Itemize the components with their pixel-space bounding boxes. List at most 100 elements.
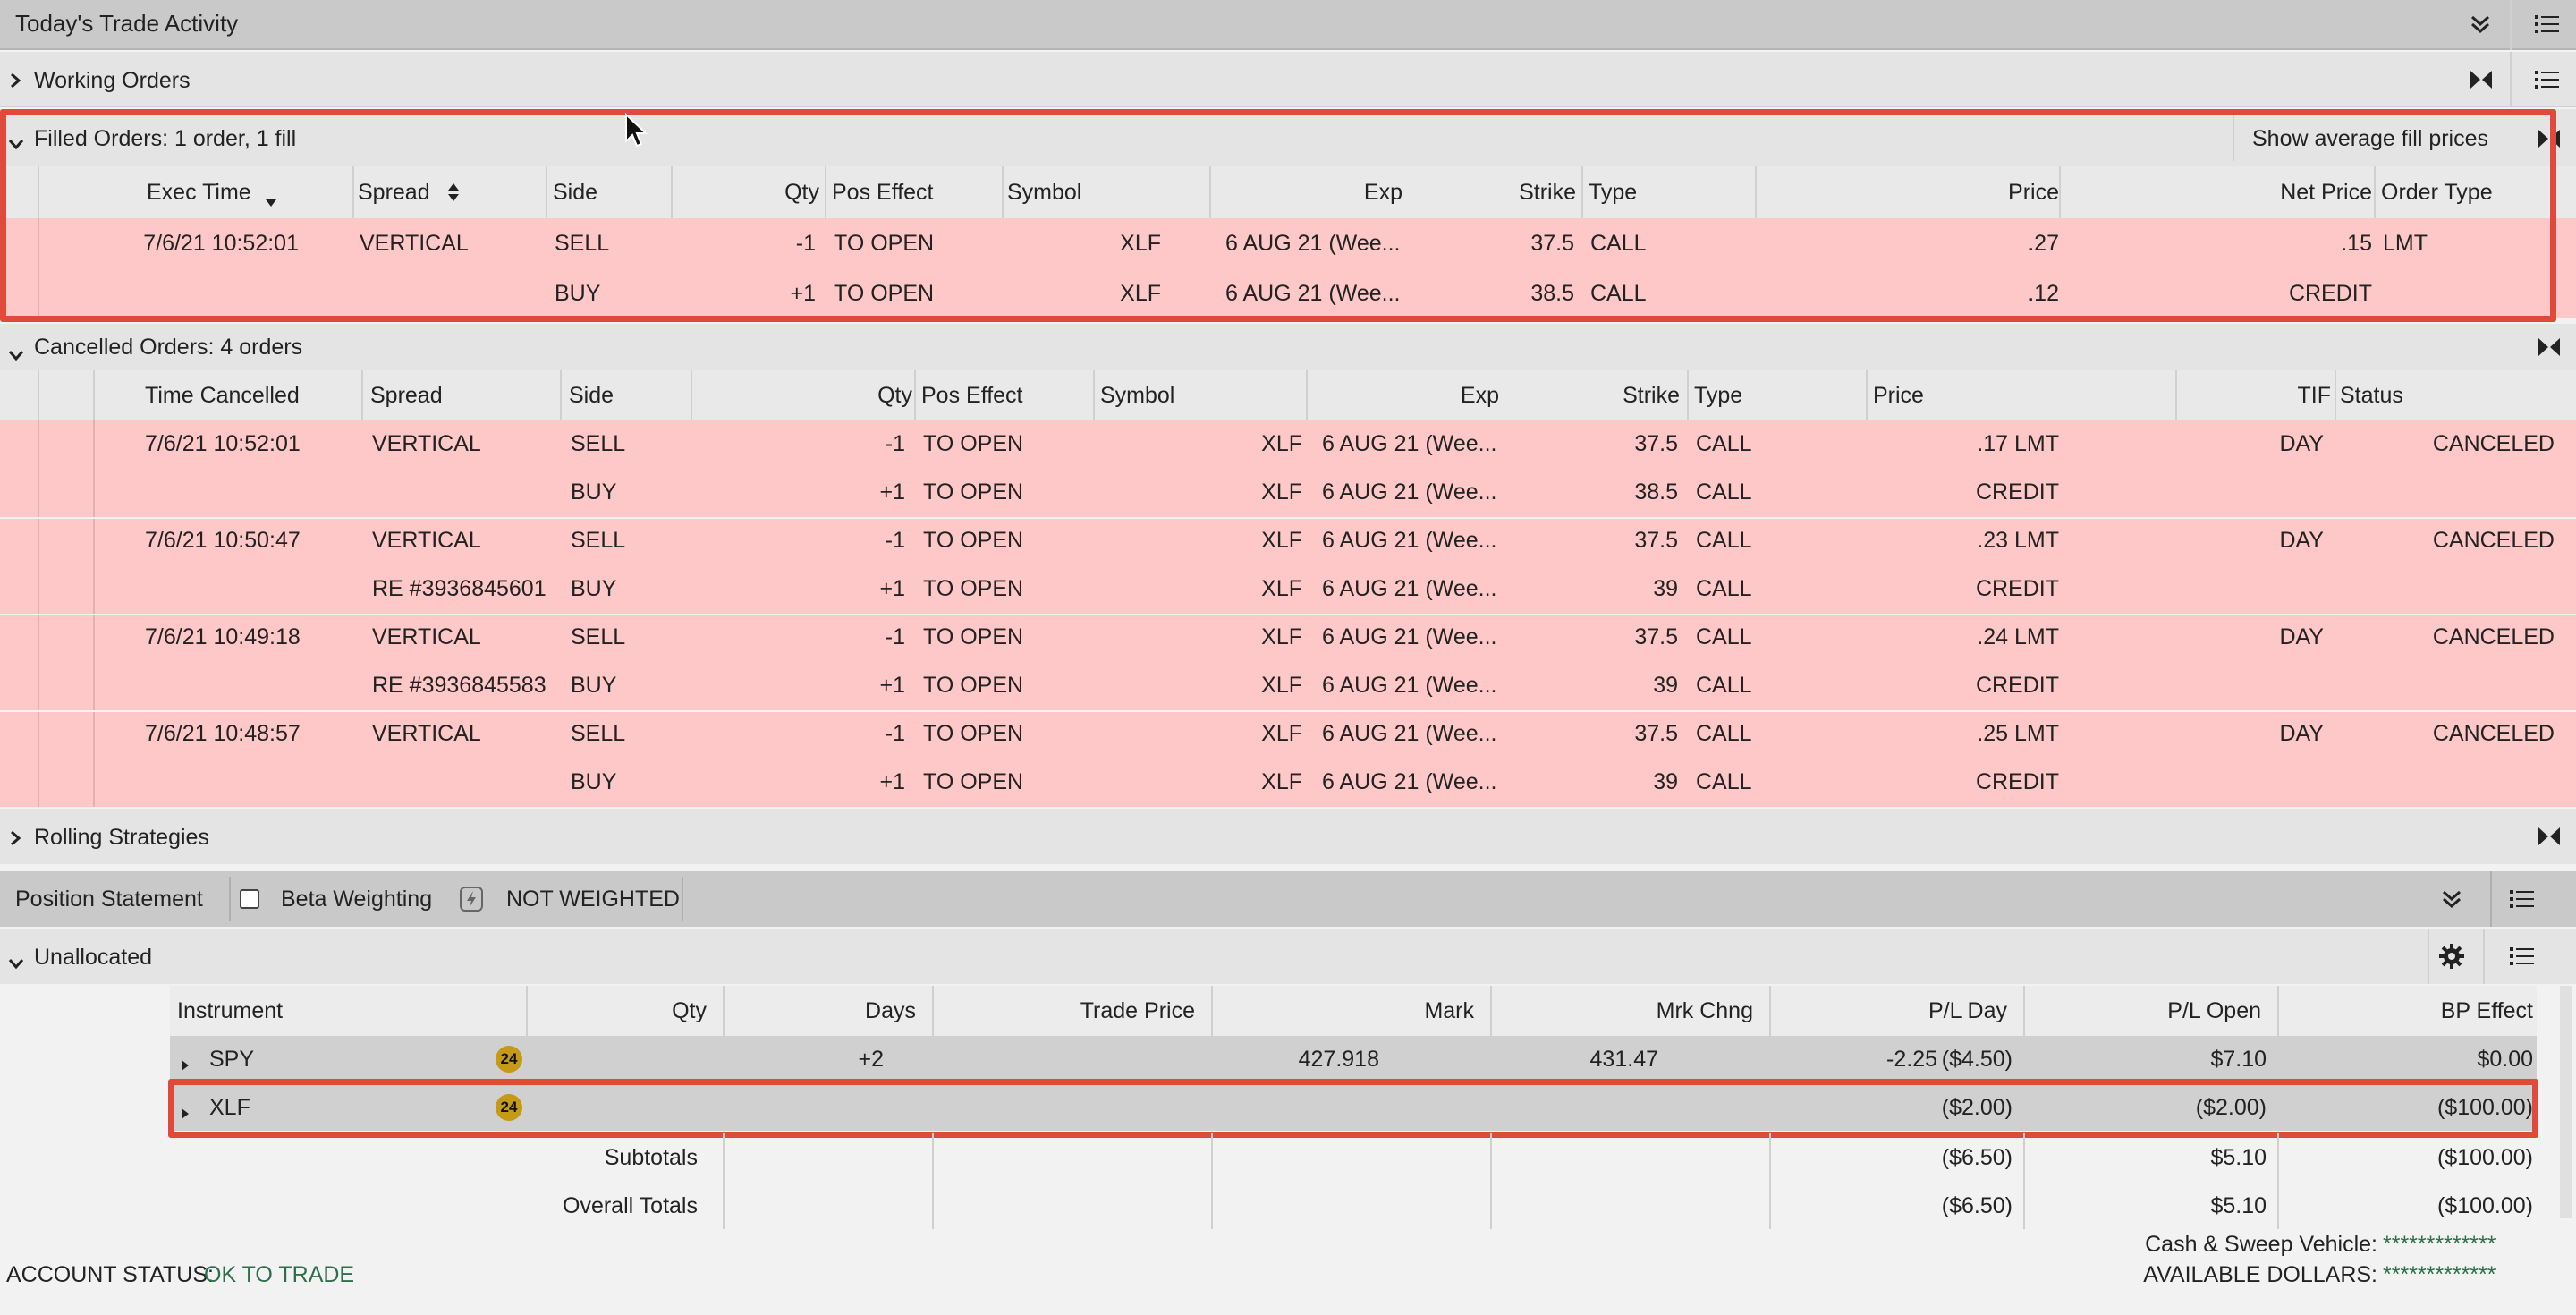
menu-list-icon[interactable] (2510, 945, 2535, 971)
symbol-cell: XLF (1261, 673, 1302, 698)
col-price[interactable]: Price (1873, 385, 1924, 407)
position-row-spy[interactable]: SPY 24 +2 427.918 431.47 -2.25 ($4.50) $… (170, 1036, 2537, 1082)
type-cell: CALL (1696, 576, 1752, 601)
qty-cell: +1 (879, 479, 905, 505)
collapse-toggle-icon[interactable] (2537, 825, 2562, 852)
highlight-box-filled-orders (0, 109, 2556, 322)
pos-effect-cell: TO OPEN (923, 769, 1024, 794)
symbol-cell: XLF (1261, 721, 1302, 746)
col-trade-price[interactable]: Trade Price (1080, 1000, 1195, 1022)
collapse-toggle-icon[interactable] (2469, 68, 2494, 95)
overall-totals-label: Overall Totals (563, 1193, 698, 1218)
qty-cell: +1 (879, 576, 905, 601)
collapse-toggle-icon[interactable] (2537, 335, 2562, 362)
side-cell: SELL (571, 624, 626, 649)
scrollbar[interactable] (2560, 986, 2572, 1218)
spread-cell: RE #3936845583 (372, 673, 547, 698)
position-statement-label: Position Statement (15, 887, 203, 912)
col-pl-day[interactable]: P/L Day (1928, 1000, 2007, 1022)
symbol-cell: XLF (1261, 479, 1302, 505)
col-tif[interactable]: TIF (2298, 385, 2332, 407)
exp-cell: 6 AUG 21 (Wee... (1322, 721, 1497, 746)
rolling-strategies-header[interactable]: Rolling Strategies (0, 809, 2576, 864)
working-orders-header[interactable]: Working Orders (0, 52, 2576, 107)
beta-weighting-checkbox[interactable] (240, 889, 259, 909)
table-row[interactable]: 7/6/21 10:50:47 VERTICAL SELL -1 TO OPEN… (0, 517, 2576, 564)
weighting-status: NOT WEIGHTED (506, 887, 680, 912)
col-strike[interactable]: Strike (1623, 385, 1680, 407)
col-type[interactable]: Type (1694, 385, 1742, 407)
col-qty[interactable]: Qty (877, 385, 912, 407)
chevron-right-icon[interactable] (9, 827, 21, 851)
collapse-all-icon[interactable] (2469, 13, 2492, 39)
menu-list-icon[interactable] (2535, 68, 2560, 95)
table-row[interactable]: RE #3936845583 BUY +1 TO OPEN XLF 6 AUG … (0, 662, 2576, 708)
unallocated-header[interactable]: Unallocated (0, 929, 2576, 984)
tif-cell: DAY (2279, 528, 2324, 553)
subtotals-label: Subtotals (604, 1145, 698, 1170)
spread-cell: VERTICAL (372, 624, 481, 649)
type-cell: CALL (1696, 769, 1752, 794)
table-row[interactable]: 7/6/21 10:48:57 VERTICAL SELL -1 TO OPEN… (0, 710, 2576, 757)
col-status[interactable]: Status (2340, 385, 2403, 407)
menu-list-icon[interactable] (2510, 887, 2535, 914)
col-instrument[interactable]: Instrument (177, 1000, 283, 1022)
instrument-symbol: SPY (209, 1047, 255, 1072)
col-time-cancelled[interactable]: Time Cancelled (145, 385, 300, 407)
strike-cell: 37.5 (1634, 624, 1678, 649)
price-cell: CREDIT (1975, 769, 2059, 794)
status-cell: CANCELED (2432, 528, 2555, 553)
col-pos-effect[interactable]: Pos Effect (921, 385, 1023, 407)
expand-triangle-icon[interactable] (181, 1052, 190, 1075)
side-cell: SELL (571, 431, 626, 456)
type-cell: CALL (1696, 624, 1752, 649)
col-exp[interactable]: Exp (1461, 385, 1499, 407)
chevron-right-icon[interactable] (9, 70, 21, 93)
type-cell: CALL (1696, 479, 1752, 505)
col-symbol[interactable]: Symbol (1100, 385, 1174, 407)
spread-cell: VERTICAL (372, 431, 481, 456)
beta-weighting-label[interactable]: Beta Weighting (281, 888, 432, 911)
subtotals-row: Subtotals ($6.50) $5.10 ($100.00) (170, 1133, 2537, 1229)
table-row[interactable]: BUY +1 TO OPEN XLF 6 AUG 21 (Wee... 39 C… (0, 759, 2576, 805)
status-cell: CANCELED (2432, 624, 2555, 649)
time-cancelled-cell: 7/6/21 10:50:47 (145, 528, 301, 553)
col-bp-effect[interactable]: BP Effect (2441, 1000, 2533, 1022)
positions-column-header: Instrument Qty Days Trade Price Mark Mrk… (170, 986, 2537, 1036)
pl-day-cell: ($4.50) (1941, 1047, 2012, 1072)
pos-effect-cell: TO OPEN (923, 721, 1024, 746)
lightning-icon[interactable] (460, 887, 483, 915)
chevron-down-icon[interactable] (7, 950, 25, 973)
table-row[interactable]: RE #3936845601 BUY +1 TO OPEN XLF 6 AUG … (0, 565, 2576, 612)
chevron-down-icon[interactable] (7, 342, 25, 365)
side-cell: BUY (571, 479, 617, 505)
exp-cell: 6 AUG 21 (Wee... (1322, 673, 1497, 698)
working-orders-label: Working Orders (34, 68, 191, 93)
price-cell: CREDIT (1975, 576, 2059, 601)
cancelled-orders-header[interactable]: Cancelled Orders: 4 orders (0, 324, 2576, 370)
price-cell: .25 LMT (1977, 721, 2059, 746)
col-pl-open[interactable]: P/L Open (2167, 1000, 2261, 1022)
menu-list-icon[interactable] (2535, 13, 2560, 39)
col-days[interactable]: Days (865, 1000, 916, 1022)
gear-icon[interactable] (2438, 943, 2465, 973)
unallocated-label: Unallocated (34, 945, 153, 970)
tif-cell: DAY (2279, 624, 2324, 649)
title-bar: Today's Trade Activity (0, 0, 2576, 50)
price-cell: .17 LMT (1977, 431, 2059, 456)
table-row[interactable]: 7/6/21 10:49:18 VERTICAL SELL -1 TO OPEN… (0, 614, 2576, 660)
collapse-all-icon[interactable] (2440, 887, 2463, 914)
table-row[interactable]: BUY +1 TO OPEN XLF 6 AUG 21 (Wee... 38.5… (0, 469, 2576, 515)
col-side[interactable]: Side (569, 385, 614, 407)
overall-pl-open: $5.10 (2210, 1193, 2267, 1218)
col-spread[interactable]: Spread (370, 385, 443, 407)
strike-cell: 37.5 (1634, 431, 1678, 456)
col-mrk-chng[interactable]: Mrk Chng (1657, 1000, 1753, 1022)
qty-cell: -1 (885, 624, 905, 649)
time-cancelled-cell: 7/6/21 10:49:18 (145, 624, 301, 649)
table-row[interactable]: 7/6/21 10:52:01 VERTICAL SELL -1 TO OPEN… (0, 420, 2576, 467)
status-cell: CANCELED (2432, 431, 2555, 456)
strike-cell: 38.5 (1634, 479, 1678, 505)
col-qty[interactable]: Qty (672, 1000, 707, 1022)
col-mark[interactable]: Mark (1424, 1000, 1474, 1022)
